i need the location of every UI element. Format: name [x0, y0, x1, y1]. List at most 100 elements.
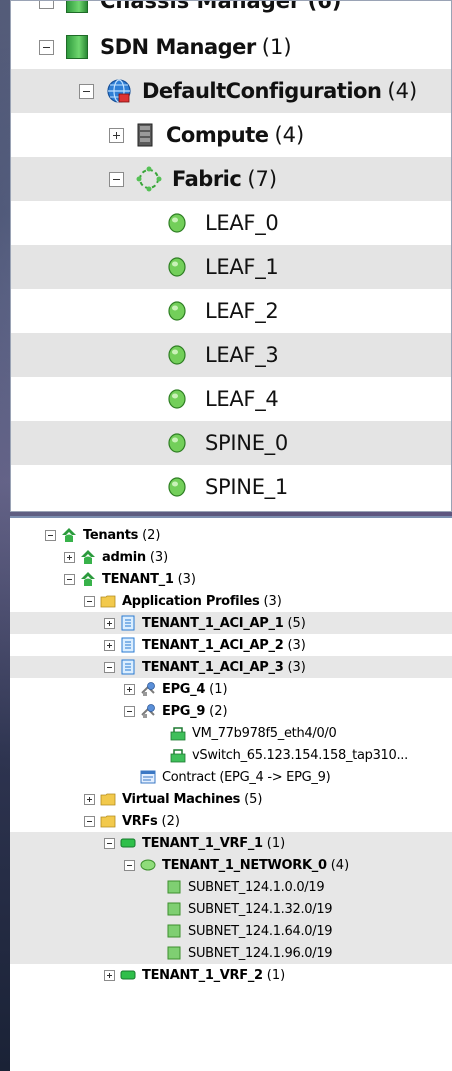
tree-row-network-0[interactable]: TENANT_1_NETWORK_0 (4) — [10, 854, 452, 876]
tree-row-label: DefaultConfiguration — [142, 79, 382, 103]
tree-row-sdn-manager[interactable]: SDN Manager (1) — [11, 25, 451, 69]
tree-row-tenant-1[interactable]: TENANT_1 (3) — [10, 568, 452, 590]
globe-network-icon — [107, 79, 131, 103]
tree-row-label: Virtual Machines — [122, 791, 241, 807]
sdn-manager-icon — [66, 35, 88, 59]
endpoint-group-icon — [141, 682, 155, 696]
tenants-tree: Tenants (2) admin (3) TENANT_1 (3) Appli… — [10, 516, 452, 1071]
collapse-toggle[interactable] — [109, 171, 124, 187]
tree-row-admin[interactable]: admin (3) — [10, 546, 452, 568]
collapse-toggle[interactable] — [39, 39, 54, 55]
tree-row-contract[interactable]: Contract (EPG_4 -> EPG_9) — [10, 766, 452, 788]
expand-toggle[interactable] — [104, 969, 115, 981]
tree-row-count: (2) — [142, 527, 161, 543]
folder-icon — [100, 595, 116, 608]
collapse-toggle[interactable] — [124, 859, 135, 871]
endpoint-icon — [170, 749, 186, 763]
expand-toggle[interactable] — [64, 551, 75, 563]
collapse-toggle[interactable] — [104, 837, 115, 849]
expand-toggle[interactable] — [104, 639, 115, 651]
collapse-toggle[interactable] — [45, 529, 56, 541]
tree-row-label: LEAF_0 — [205, 211, 279, 235]
tree-row-leaf-1[interactable]: LEAF_1 — [11, 245, 451, 289]
tree-row-label: SUBNET_124.1.32.0/19 — [188, 901, 333, 917]
tree-row-count: (3) — [287, 659, 306, 675]
tree-row-count: (7) — [247, 167, 278, 191]
expand-toggle[interactable] — [39, 1, 54, 9]
tree-row-leaf-2[interactable]: LEAF_2 — [11, 289, 451, 333]
tree-row-default-configuration[interactable]: DefaultConfiguration (4) — [11, 69, 451, 113]
tree-row-leaf-4[interactable]: LEAF_4 — [11, 377, 451, 421]
tree-row-vrfs[interactable]: VRFs (2) — [10, 810, 452, 832]
tree-row-leaf-0[interactable]: LEAF_0 — [11, 201, 451, 245]
expand-toggle[interactable] — [109, 127, 124, 143]
tree-row-compute[interactable]: Compute (4) — [11, 113, 451, 157]
tree-row-label: SUBNET_124.1.64.0/19 — [188, 923, 333, 939]
tree-row-count: (4) — [387, 79, 418, 103]
tree-row-label: LEAF_1 — [205, 255, 279, 279]
collapse-toggle[interactable] — [84, 595, 95, 607]
tree-row-label: EPG_9 — [162, 703, 206, 719]
tree-row-count: (3) — [263, 593, 282, 609]
tree-row-endpoint-vm[interactable]: VM_77b978f5_eth4/0/0 — [10, 722, 452, 744]
collapse-toggle[interactable] — [124, 705, 135, 717]
tree-row-label: Tenants — [83, 527, 139, 543]
tree-row-count: (1) — [209, 681, 228, 697]
tree-row-subnet[interactable]: SUBNET_124.1.64.0/19 — [10, 920, 452, 942]
server-rack-icon — [137, 123, 153, 147]
expand-toggle[interactable] — [84, 793, 95, 805]
tree-row-count: (5) — [287, 615, 306, 631]
tree-row-application-profiles[interactable]: Application Profiles (3) — [10, 590, 452, 612]
tree-row-endpoint-vswitch[interactable]: vSwitch_65.123.154.158_tap310... — [10, 744, 452, 766]
tree-row-subnet[interactable]: SUBNET_124.1.32.0/19 — [10, 898, 452, 920]
tree-row-label: TENANT_1_ACI_AP_3 — [142, 659, 284, 675]
tree-row-count: (5) — [244, 791, 263, 807]
tree-row-virtual-machines[interactable]: Virtual Machines (5) — [10, 788, 452, 810]
application-profile-icon — [121, 637, 135, 653]
collapse-toggle[interactable] — [79, 83, 94, 99]
switch-node-icon — [168, 257, 186, 277]
tree-row-subnet[interactable]: SUBNET_124.1.0.0/19 — [10, 876, 452, 898]
tree-row-vrf-2[interactable]: TENANT_1_VRF_2 (1) — [10, 964, 452, 986]
collapse-toggle[interactable] — [84, 815, 95, 827]
folder-icon — [100, 793, 116, 806]
tree-row-label: LEAF_4 — [205, 387, 279, 411]
tree-row-epg-4[interactable]: EPG_4 (1) — [10, 678, 452, 700]
tree-row-leaf-3[interactable]: LEAF_3 — [11, 333, 451, 377]
tree-row-spine-0[interactable]: SPINE_0 — [11, 421, 451, 465]
tree-row-label: TENANT_1_NETWORK_0 — [162, 857, 327, 873]
endpoint-icon — [170, 727, 186, 741]
tree-row-aci-ap-2[interactable]: TENANT_1_ACI_AP_2 (3) — [10, 634, 452, 656]
tree-row-aci-ap-1[interactable]: TENANT_1_ACI_AP_1 (5) — [10, 612, 452, 634]
endpoint-group-icon — [141, 704, 155, 718]
tree-row-vrf-1[interactable]: TENANT_1_VRF_1 (1) — [10, 832, 452, 854]
tree-row-count: (2) — [161, 813, 180, 829]
switch-node-icon — [168, 301, 186, 321]
tree-row-tenants[interactable]: Tenants (2) — [10, 524, 452, 546]
tree-row-label: EPG_4 — [162, 681, 206, 697]
collapse-toggle[interactable] — [104, 661, 115, 673]
tree-row-label: VM_77b978f5_eth4/0/0 — [192, 725, 337, 741]
subnet-icon — [167, 880, 181, 894]
tree-row-label: SPINE_0 — [205, 431, 288, 455]
switch-node-icon — [168, 433, 186, 453]
tree-row-label: SUBNET_124.1.0.0/19 — [188, 879, 325, 895]
expand-toggle[interactable] — [104, 617, 115, 629]
expand-toggle[interactable] — [124, 683, 135, 695]
tree-row-fabric[interactable]: Fabric (7) — [11, 157, 451, 201]
network-icon — [140, 859, 156, 871]
subnet-icon — [167, 902, 181, 916]
tree-row-label: TENANT_1_VRF_1 — [142, 835, 263, 851]
tree-row-label: Fabric — [172, 167, 242, 191]
tree-row-spine-1[interactable]: SPINE_1 — [11, 465, 451, 509]
chassis-icon — [66, 1, 88, 13]
tree-row-subnet[interactable]: SUBNET_124.1.96.0/19 — [10, 942, 452, 964]
application-profile-icon — [121, 659, 135, 675]
collapse-toggle[interactable] — [64, 573, 75, 585]
tree-row-label: LEAF_2 — [205, 299, 279, 323]
tree-row-epg-9[interactable]: EPG_9 (2) — [10, 700, 452, 722]
tree-row-label: vSwitch_65.123.154.158_tap310... — [192, 747, 408, 763]
tree-row-aci-ap-3[interactable]: TENANT_1_ACI_AP_3 (3) — [10, 656, 452, 678]
switch-node-icon — [168, 213, 186, 233]
tree-row-chassis-manager[interactable]: Chassis Manager (6) — [11, 1, 451, 15]
